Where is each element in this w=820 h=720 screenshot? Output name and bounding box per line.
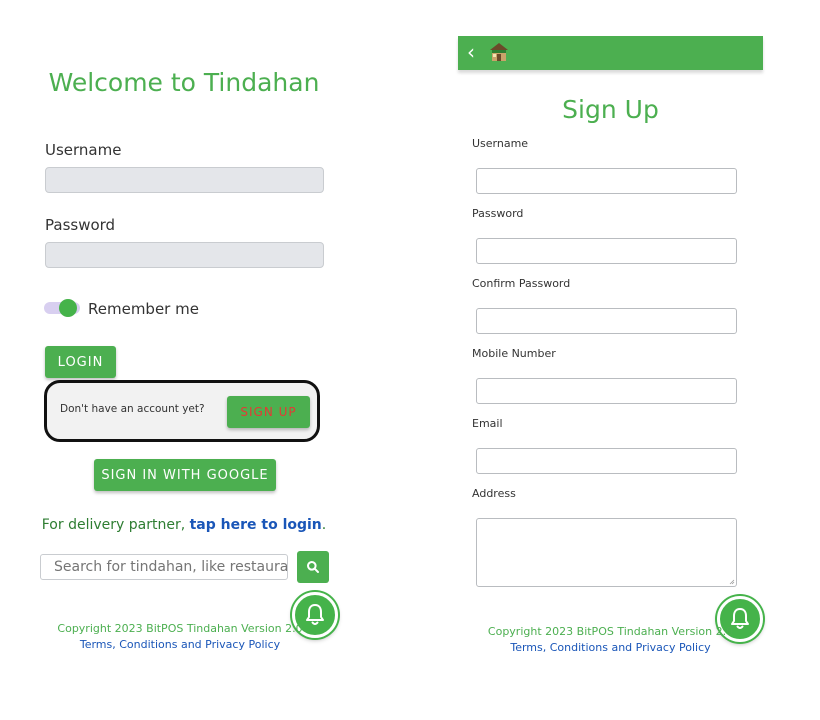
address-textarea[interactable]	[476, 518, 737, 587]
username-label: Username	[45, 141, 122, 159]
login-button[interactable]: LOGIN	[45, 346, 116, 378]
email-input[interactable]	[476, 448, 737, 474]
welcome-title: Welcome to Tindahan	[48, 68, 320, 97]
signup-username-label: Username	[472, 137, 529, 150]
delivery-partner-line: For delivery partner, tap here to login.	[0, 517, 368, 533]
remember-me-label: Remember me	[88, 300, 199, 318]
signup-title: Sign Up	[562, 95, 659, 124]
signup-button[interactable]: SIGN UP	[227, 396, 310, 428]
remember-me-toggle[interactable]	[44, 297, 84, 319]
signup-password-input[interactable]	[476, 238, 737, 264]
email-label: Email	[472, 417, 503, 430]
back-button[interactable]: ‹	[467, 41, 475, 63]
toggle-knob	[59, 299, 77, 317]
mobile-number-input[interactable]	[476, 378, 737, 404]
mobile-number-label: Mobile Number	[472, 347, 556, 360]
search-icon	[307, 561, 319, 573]
confirm-password-label: Confirm Password	[472, 277, 571, 290]
search-button[interactable]	[297, 551, 329, 583]
username-input[interactable]	[45, 167, 324, 193]
app-bar: ‹	[458, 36, 763, 70]
copyright-text: Copyright 2023 BitPOS Tindahan Version 2…	[57, 622, 303, 635]
signup-password-label: Password	[472, 207, 524, 220]
password-input[interactable]	[45, 242, 324, 268]
no-account-text: Don't have an account yet?	[60, 403, 205, 415]
resize-handle-icon[interactable]	[729, 579, 735, 585]
store-logo-icon	[488, 41, 510, 63]
search-input[interactable]	[40, 554, 288, 580]
delivery-prefix: For delivery partner,	[41, 517, 190, 533]
signup-terms-link[interactable]: Terms, Conditions and Privacy Policy	[458, 641, 763, 654]
google-signin-button[interactable]: SIGN IN WITH GOOGLE	[94, 459, 276, 491]
signup-highlight-box: Don't have an account yet? SIGN UP	[44, 380, 320, 442]
terms-link[interactable]: Terms, Conditions and Privacy Policy	[30, 638, 330, 651]
delivery-login-link[interactable]: tap here to login	[190, 517, 322, 533]
delivery-suffix: .	[321, 517, 327, 533]
signup-username-input[interactable]	[476, 168, 737, 194]
signup-copyright-text: Copyright 2023 BitPOS Tindahan Version 2…	[487, 625, 734, 638]
password-label: Password	[45, 216, 116, 234]
confirm-password-input[interactable]	[476, 308, 737, 334]
address-label: Address	[472, 487, 516, 500]
